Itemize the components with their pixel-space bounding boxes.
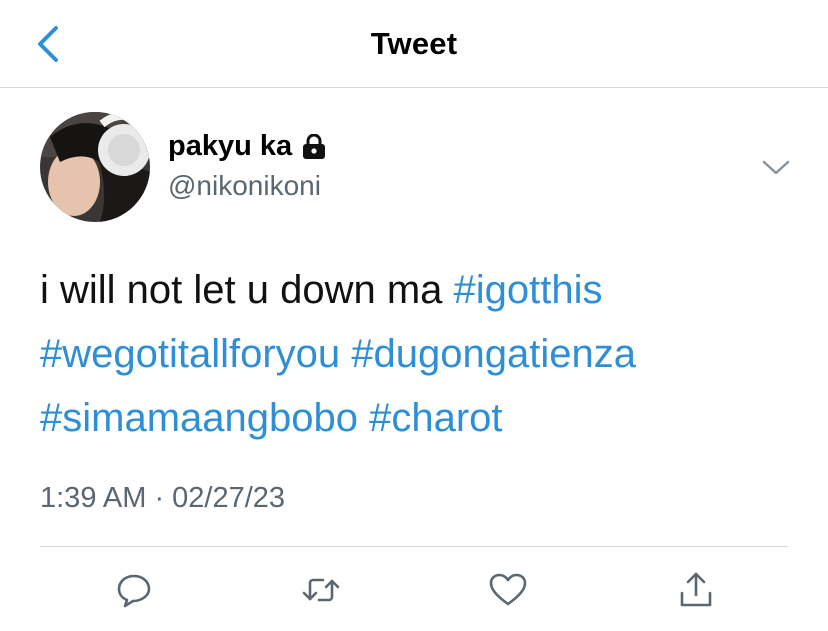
hashtag-link[interactable]: #dugongatienza <box>351 332 636 376</box>
divider <box>40 546 788 547</box>
hashtag-link[interactable]: #charot <box>369 396 502 440</box>
tweet-text: i will not let u down ma #igotthis #wego… <box>40 258 800 450</box>
lock-icon <box>303 133 326 159</box>
more-options-button[interactable] <box>758 150 794 186</box>
user-handle[interactable]: @nikonikoni <box>168 170 321 202</box>
avatar[interactable] <box>40 112 150 222</box>
display-name[interactable]: pakyu ka <box>168 130 326 163</box>
retweet-icon <box>302 578 340 602</box>
reply-button[interactable] <box>112 568 156 612</box>
page-title: Tweet <box>370 26 458 61</box>
hashtag-link[interactable]: #igotthis <box>454 268 603 312</box>
tweet-timestamp: 1:39 AM · 02/27/23 <box>40 482 286 514</box>
share-icon <box>680 572 712 607</box>
top-bar: Tweet <box>0 0 828 88</box>
share-button[interactable] <box>674 568 718 612</box>
like-icon <box>489 573 527 606</box>
display-name-text: pakyu ka <box>168 130 293 162</box>
reply-icon <box>117 574 151 608</box>
hashtag-link[interactable]: #simamaangbobo <box>40 396 358 440</box>
tweet-text-segment: i will not let u down ma <box>40 268 454 312</box>
hashtag-link[interactable]: #wegotitallforyou <box>40 332 340 376</box>
retweet-button[interactable] <box>299 568 343 612</box>
chevron-down-icon <box>762 160 790 175</box>
like-button[interactable] <box>486 568 530 612</box>
